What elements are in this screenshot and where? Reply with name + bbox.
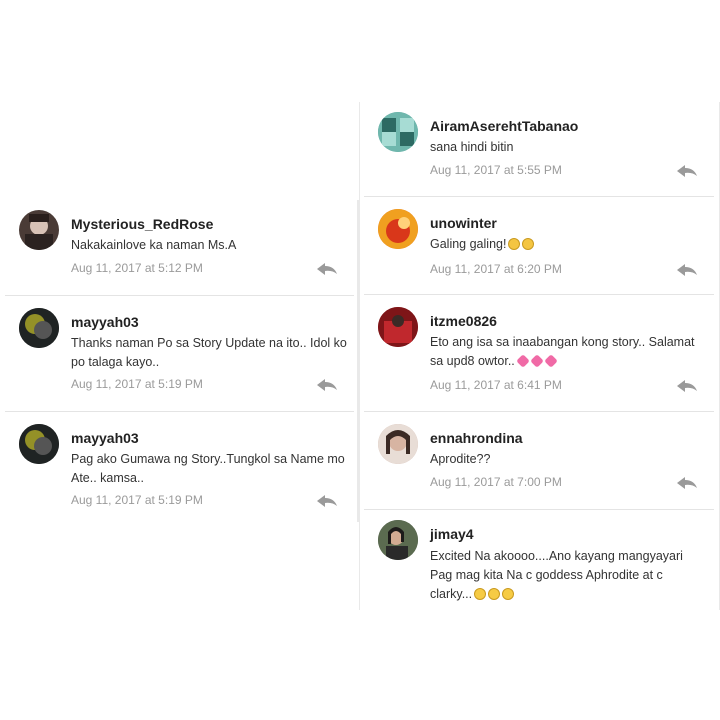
right-comments-panel: AiramAserehtTabanao sana hindi bitin Aug… bbox=[360, 102, 719, 610]
comment-text-body: Eto ang isa sa inaabangan kong story.. S… bbox=[430, 335, 695, 368]
comment-username[interactable]: AiramAserehtTabanao bbox=[430, 118, 578, 134]
comment-username[interactable]: mayyah03 bbox=[71, 430, 139, 446]
comment-username[interactable]: mayyah03 bbox=[71, 314, 139, 330]
comment-username[interactable]: itzme0826 bbox=[430, 313, 497, 329]
avatar[interactable] bbox=[19, 308, 59, 348]
avatar[interactable] bbox=[378, 209, 418, 249]
reply-icon[interactable] bbox=[316, 262, 338, 276]
heart-emoji-icon bbox=[543, 354, 558, 368]
comment-username[interactable]: ennahrondina bbox=[430, 430, 523, 446]
comment-item: itzme0826 Eto ang isa sa inaabangan kong… bbox=[364, 295, 714, 412]
thinking-emoji-icon bbox=[488, 588, 501, 600]
comment-username[interactable]: Mysterious_RedRose bbox=[71, 216, 213, 232]
comment-text: Eto ang isa sa inaabangan kong story.. S… bbox=[430, 333, 708, 371]
comment-item: unowinter Galing galing! Aug 11, 2017 at… bbox=[364, 197, 714, 295]
comment-timestamp: Aug 11, 2017 at 6:41 PM bbox=[430, 378, 562, 392]
avatar[interactable] bbox=[378, 520, 418, 560]
reply-icon[interactable] bbox=[676, 476, 698, 490]
comment-text-body: Excited Na akoooo....Ano kayang mangyaya… bbox=[430, 549, 683, 601]
comment-text: Galing galing! bbox=[430, 235, 708, 254]
comment-item: jimay4 Excited Na akoooo....Ano kayang m… bbox=[364, 510, 714, 606]
grin-emoji-icon bbox=[522, 238, 535, 250]
comment-item: ennahrondina Aprodite?? Aug 11, 2017 at … bbox=[364, 412, 714, 510]
reply-icon[interactable] bbox=[676, 263, 698, 277]
reply-icon[interactable] bbox=[316, 378, 338, 392]
heart-emoji-icon bbox=[529, 354, 544, 368]
comment-username[interactable]: jimay4 bbox=[430, 526, 474, 542]
reply-icon[interactable] bbox=[676, 164, 698, 178]
avatar[interactable] bbox=[19, 424, 59, 464]
comment-timestamp: Aug 11, 2017 at 5:19 PM bbox=[71, 493, 203, 507]
avatar[interactable] bbox=[378, 307, 418, 347]
thinking-emoji-icon bbox=[502, 588, 515, 600]
comment-item: mayyah03 Thanks naman Po sa Story Update… bbox=[5, 296, 354, 412]
comment-timestamp: Aug 11, 2017 at 5:12 PM bbox=[71, 261, 203, 275]
comment-timestamp: Aug 11, 2017 at 5:55 PM bbox=[430, 163, 562, 177]
comment-timestamp: Aug 11, 2017 at 7:00 PM bbox=[430, 475, 562, 489]
comment-timestamp: Aug 11, 2017 at 5:19 PM bbox=[71, 377, 203, 391]
comment-text: sana hindi bitin bbox=[430, 140, 514, 154]
thinking-emoji-icon bbox=[474, 588, 487, 600]
left-comments-panel: Mysterious_RedRose Nakakainlove ka naman… bbox=[0, 200, 357, 522]
avatar[interactable] bbox=[378, 424, 418, 464]
comment-item: mayyah03 Pag ako Gumawa ng Story..Tungko… bbox=[5, 412, 354, 522]
comment-text: Aprodite?? bbox=[430, 452, 491, 466]
comment-text-body: Galing galing! bbox=[430, 237, 507, 251]
comment-text: Nakakainlove ka naman Ms.A bbox=[71, 238, 237, 252]
comment-item: Mysterious_RedRose Nakakainlove ka naman… bbox=[5, 200, 354, 296]
avatar[interactable] bbox=[19, 210, 59, 250]
comment-text: Pag ako Gumawa ng Story..Tungkol sa Name… bbox=[71, 452, 345, 485]
comment-text: Excited Na akoooo....Ano kayang mangyaya… bbox=[430, 547, 708, 604]
comment-text: Thanks naman Po sa Story Update na ito..… bbox=[71, 336, 347, 369]
grin-emoji-icon bbox=[508, 238, 521, 250]
reply-icon[interactable] bbox=[676, 379, 698, 393]
heart-emoji-icon bbox=[515, 354, 530, 368]
comment-username[interactable]: unowinter bbox=[430, 215, 497, 231]
comment-item: AiramAserehtTabanao sana hindi bitin Aug… bbox=[364, 102, 714, 197]
avatar[interactable] bbox=[378, 112, 418, 152]
reply-icon[interactable] bbox=[316, 494, 338, 508]
comment-timestamp: Aug 11, 2017 at 6:20 PM bbox=[430, 262, 562, 276]
